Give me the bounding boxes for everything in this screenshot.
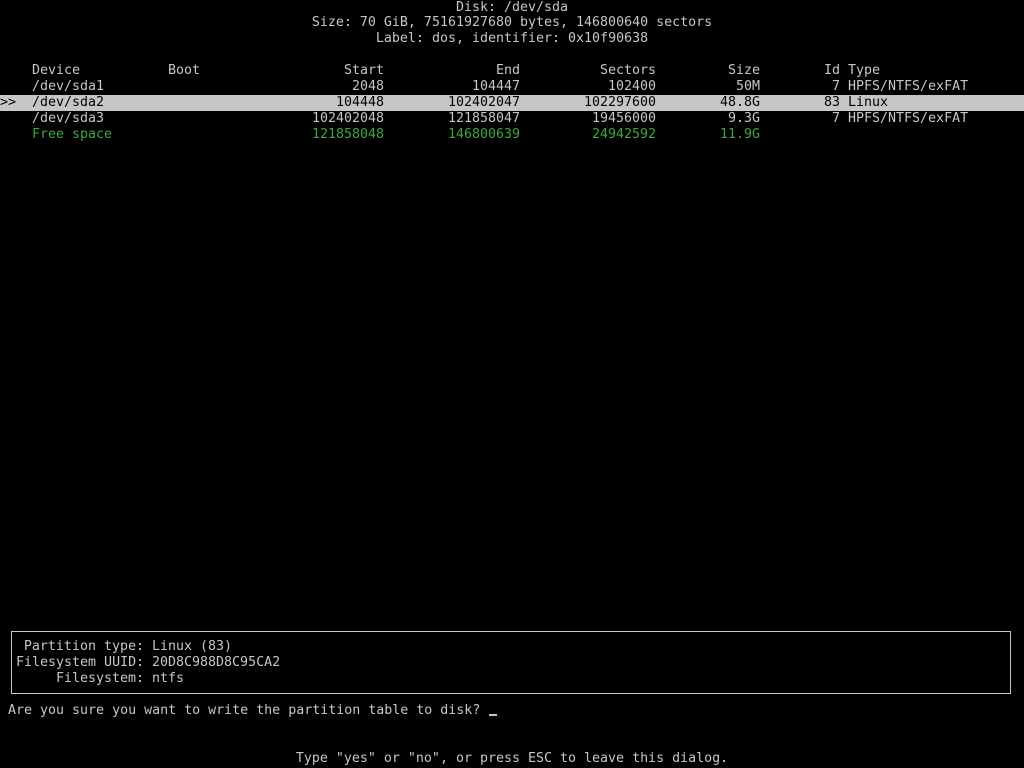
text-cursor	[489, 714, 498, 716]
partition-row-sda1[interactable]: /dev/sda1 2048 104447 102400 50M 7 HPFS/…	[0, 79, 1024, 95]
selection-marker: >>	[0, 95, 17, 110]
row-type: HPFS/NTFS/exFAT	[848, 79, 969, 94]
partition-type-value: Linux (83)	[152, 639, 233, 654]
row-device: /dev/sda2	[32, 95, 105, 110]
row-sectors: 24942592	[591, 127, 656, 142]
row-size: 9.3G	[727, 111, 760, 126]
row-sectors: 102297600	[583, 95, 656, 110]
row-size: 11.9G	[719, 127, 760, 142]
prompt-question: Are you sure you want to write the parti…	[8, 703, 481, 718]
disk-title: Disk: /dev/sda	[455, 0, 569, 15]
filesystem-uuid-label: Filesystem UUID:	[16, 655, 145, 670]
row-id	[800, 127, 840, 143]
table-header: Device Boot Start End Sectors Size Id Ty…	[0, 63, 1024, 79]
row-start: 102402048	[311, 111, 384, 126]
row-id: 83	[823, 95, 840, 110]
column-header-end: End	[495, 63, 520, 78]
column-header-device: Device	[32, 63, 81, 78]
disk-size: Size: 70 GiB, 75161927680 bytes, 1468006…	[311, 15, 713, 30]
write-confirmation-prompt[interactable]: Are you sure you want to write the parti…	[8, 703, 498, 719]
row-end: 104447	[471, 79, 520, 94]
row-type: HPFS/NTFS/exFAT	[848, 111, 969, 126]
partition-row-sda3[interactable]: /dev/sda3 102402048 121858047 19456000 9…	[0, 111, 1024, 127]
row-id: 7	[831, 111, 840, 126]
column-header-start: Start	[343, 63, 384, 78]
row-device: /dev/sda1	[32, 79, 105, 94]
row-end: 121858047	[447, 111, 520, 126]
column-header-type: Type	[848, 63, 881, 78]
column-header-id: Id	[823, 63, 840, 78]
partition-type-label: Partition type:	[23, 639, 144, 654]
row-start: 2048	[351, 79, 384, 94]
row-type: Linux	[848, 95, 889, 110]
filesystem-uuid-value: 20D8C988D8C95CA2	[152, 655, 281, 670]
row-id: 7	[831, 79, 840, 94]
row-size: 48.8G	[719, 95, 760, 110]
column-header-boot: Boot	[168, 63, 201, 78]
column-header-size: Size	[727, 63, 760, 78]
dialog-hint: Type "yes" or "no", or press ESC to leav…	[295, 751, 729, 766]
row-size: 50M	[735, 79, 760, 94]
column-header-sectors: Sectors	[599, 63, 656, 78]
row-device: Free space	[32, 127, 113, 142]
partition-row-free-space[interactable]: Free space 121858048 146800639 24942592 …	[0, 127, 1024, 143]
row-start: 121858048	[311, 127, 384, 142]
row-end: 102402047	[447, 95, 520, 110]
partition-row-sda2[interactable]: >> /dev/sda2 104448 102402047 102297600 …	[0, 95, 1024, 111]
row-start: 104448	[335, 95, 384, 110]
row-device: /dev/sda3	[32, 111, 105, 126]
filesystem-value: ntfs	[152, 671, 185, 686]
disk-label: Label: dos, identifier: 0x10f90638	[375, 31, 649, 46]
filesystem-label: Filesystem:	[55, 671, 144, 686]
row-sectors: 19456000	[591, 111, 656, 126]
row-sectors: 102400	[607, 79, 656, 94]
row-end: 146800639	[447, 127, 520, 142]
